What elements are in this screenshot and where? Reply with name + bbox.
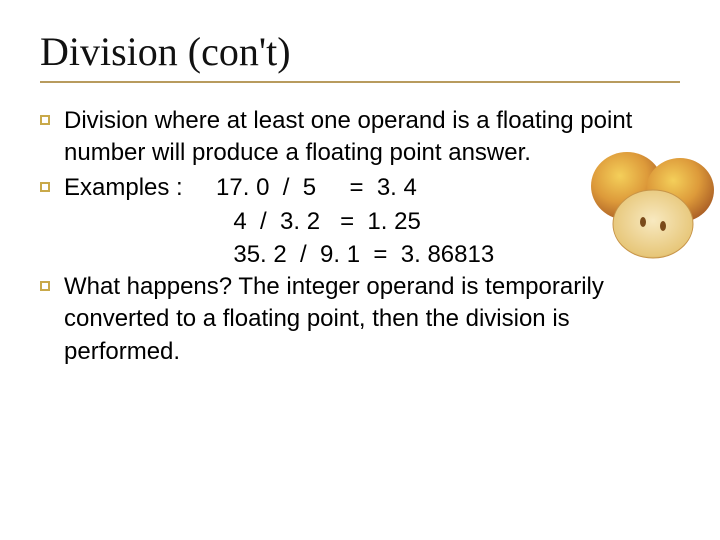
apples-image [585, 140, 720, 265]
bullet-item-1: Division where at least one operand is a… [40, 105, 680, 170]
bullet-item-2: Examples : 17. 0 / 5 = 3. 4 [40, 172, 680, 204]
bullet-icon [40, 281, 50, 291]
page-title: Division (con't) [40, 28, 680, 75]
example-line-1: 17. 0 / 5 = 3. 4 [183, 174, 417, 201]
examples-continued: 4 / 3. 2 = 1. 25 35. 2 / 9. 1 = 3. 86813 [40, 206, 680, 271]
examples-label: Examples : [64, 172, 183, 204]
bullet-icon [40, 115, 50, 125]
slide: Division (con't) Division where at least… [0, 0, 720, 540]
content-area: Division where at least one operand is a… [40, 105, 680, 368]
title-underline [40, 81, 680, 83]
bullet-text-3: What happens? The integer operand is tem… [64, 271, 680, 368]
bullet-item-3: What happens? The integer operand is tem… [40, 271, 680, 368]
bullet-icon [40, 182, 50, 192]
